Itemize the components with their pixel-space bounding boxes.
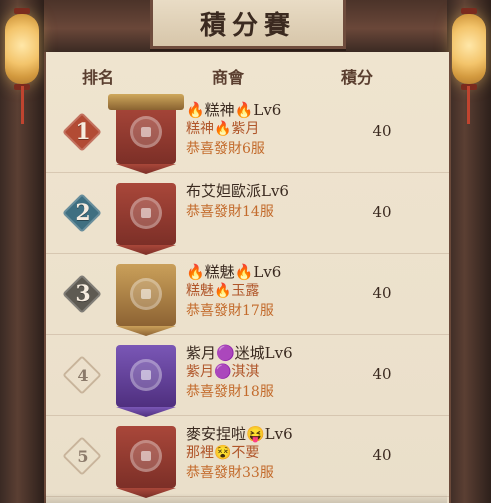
left-lantern-icon — [5, 8, 39, 90]
leaderboard-list[interactable]: 1 🔥糕神🔥Lv6 糕神🔥紫月 恭喜發財6服 40 2 布艾妲歐派Lv6 恭喜發… — [46, 92, 449, 497]
guild-name: 🔥糕魅🔥Lv6 — [186, 263, 282, 281]
guild-banner-icon — [108, 94, 184, 164]
server-name: 恭喜發財6服 — [186, 141, 265, 157]
server-name: 恭喜發財18服 — [186, 384, 274, 400]
page-title: 積分賽 — [199, 10, 296, 41]
right-lantern-icon — [452, 8, 486, 90]
guild-banner-icon — [116, 426, 176, 488]
guild-info: 🔥糕神🔥Lv6 糕神🔥紫月 恭喜發財6服 — [186, 100, 346, 158]
title-plaque: 積分賽 — [150, 0, 346, 49]
rank-number: 2 — [75, 200, 91, 226]
guild-name: 🔥糕神🔥Lv6 — [186, 101, 282, 119]
leaderboard-row[interactable]: 4 紫月🟣迷城Lv6 紫月🟣淇淇 恭喜發財18服 40 — [46, 335, 449, 416]
bottom-shadow — [44, 493, 447, 503]
score-value: 40 — [372, 203, 392, 221]
guild-leader: 那裡😵不要 — [186, 445, 260, 461]
leaderboard-row[interactable]: 2 布艾妲歐派Lv6 恭喜發財14服 40 — [46, 173, 449, 254]
guild-name: 紫月🟣迷城Lv6 — [186, 344, 293, 362]
guild-info: 🔥糕魅🔥Lv6 糕魅🔥玉露 恭喜發財17服 — [186, 262, 346, 320]
leaderboard-row[interactable]: 3 🔥糕魅🔥Lv6 糕魅🔥玉露 恭喜發財17服 40 — [46, 254, 449, 335]
guild-info: 布艾妲歐派Lv6 恭喜發財14服 — [186, 181, 346, 221]
server-name: 恭喜發財33服 — [186, 465, 274, 481]
leaderboard-row[interactable]: 1 🔥糕神🔥Lv6 糕神🔥紫月 恭喜發財6服 40 — [46, 92, 449, 173]
left-tassel — [21, 86, 24, 124]
guild-info: 紫月🟣迷城Lv6 紫月🟣淇淇 恭喜發財18服 — [186, 343, 346, 401]
rank-header: 排名 — [82, 68, 115, 87]
guild-name: 麥安捏啦😝Lv6 — [186, 425, 293, 443]
table-header: 排名 商會 積分 — [46, 64, 449, 90]
guild-info: 麥安捏啦😝Lv6 那裡😵不要 恭喜發財33服 — [186, 424, 346, 482]
leaderboard-row[interactable]: 5 麥安捏啦😝Lv6 那裡😵不要 恭喜發財33服 40 — [46, 416, 449, 497]
server-name: 恭喜發財17服 — [186, 303, 274, 319]
guild-name: 布艾妲歐派Lv6 — [186, 182, 289, 200]
guild-leader: 糕魅🔥玉露 — [186, 283, 260, 299]
score-value: 40 — [372, 284, 392, 302]
guild-header: 商會 — [212, 68, 245, 87]
rank-number: 4 — [77, 365, 89, 385]
leaderboard-panel: 排名 商會 積分 1 🔥糕神🔥Lv6 糕神🔥紫月 恭喜發財6服 40 2 布艾妲… — [44, 52, 451, 503]
score-value: 40 — [372, 365, 392, 383]
guild-leader: 紫月🟣淇淇 — [186, 364, 260, 380]
score-value: 40 — [372, 446, 392, 464]
rank-number: 1 — [75, 119, 91, 145]
guild-banner-icon — [116, 264, 176, 326]
server-name: 恭喜發財14服 — [186, 204, 274, 220]
score-header: 積分 — [341, 68, 374, 87]
rank-number: 3 — [75, 281, 91, 307]
rank-number: 5 — [77, 446, 89, 466]
guild-banner-icon — [116, 345, 176, 407]
score-value: 40 — [372, 122, 392, 140]
guild-banner-icon — [116, 183, 176, 245]
right-tassel — [467, 86, 470, 124]
guild-leader: 糕神🔥紫月 — [186, 121, 260, 137]
